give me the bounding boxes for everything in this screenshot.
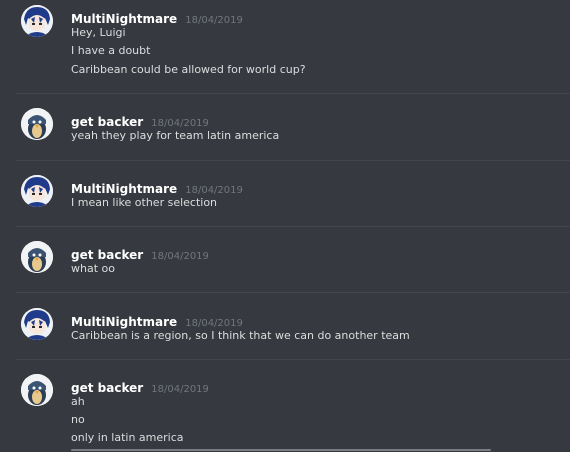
penguin-avatar[interactable] [21, 374, 53, 406]
message-text: ah [71, 395, 85, 408]
message-timestamp: 18/04/2019 [185, 185, 243, 196]
message-divider [16, 226, 570, 227]
message-divider [16, 359, 570, 360]
message-timestamp: 18/04/2019 [185, 15, 243, 26]
message-divider [16, 292, 570, 293]
message-text: what oo [71, 262, 115, 275]
message-divider [16, 93, 570, 94]
message-author[interactable]: MultiNightmare [71, 12, 177, 26]
message-text: yeah they play for team latin america [71, 129, 280, 142]
penguin-avatar[interactable] [21, 241, 53, 273]
message-timestamp: 18/04/2019 [185, 318, 243, 329]
message-author[interactable]: MultiNightmare [71, 182, 177, 196]
message-text: only in latin america [71, 431, 184, 444]
message-author[interactable]: get backer [71, 115, 143, 129]
message-text: Hey, Luigi [71, 26, 126, 39]
penguin-avatar[interactable] [21, 108, 53, 140]
message-divider [16, 160, 570, 161]
message-author[interactable]: get backer [71, 381, 143, 395]
anime-boy-avatar[interactable] [21, 308, 53, 340]
message-author[interactable]: MultiNightmare [71, 315, 177, 329]
message-timestamp: 18/04/2019 [151, 384, 209, 395]
message-text: no [71, 413, 85, 426]
message-text-cut-off [71, 446, 491, 452]
message-text: I have a doubt [71, 44, 151, 57]
anime-boy-avatar[interactable] [21, 5, 53, 37]
message-text: Caribbean is a region, so I think that w… [71, 329, 410, 342]
message-text: Caribbean could be allowed for world cup… [71, 63, 306, 76]
message-author[interactable]: get backer [71, 248, 143, 262]
anime-boy-avatar[interactable] [21, 175, 53, 207]
message-timestamp: 18/04/2019 [151, 251, 209, 262]
message-timestamp: 18/04/2019 [151, 118, 209, 129]
message-text: I mean like other selection [71, 196, 218, 209]
